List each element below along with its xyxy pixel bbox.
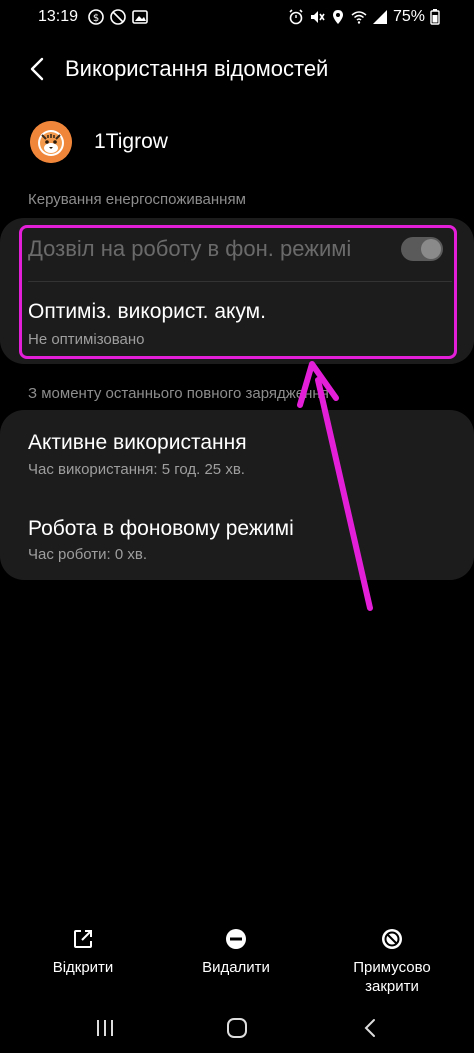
active-usage-item[interactable]: Активне використання (28, 431, 247, 455)
force-stop-label: Примусово закрити (353, 958, 430, 996)
battery-icon (430, 9, 440, 25)
blocked-notification-icon (110, 9, 126, 25)
block-icon (382, 929, 402, 949)
battery-percent: 75% (392, 8, 425, 25)
tiger-app-icon (30, 121, 72, 163)
background-activity-label: Дозвіл на роботу в фон. режимі (28, 236, 352, 261)
app-name: 1Tigrow (94, 130, 168, 153)
app-bar: Використання відомостей (0, 48, 474, 92)
delete-button[interactable]: Видалити (196, 928, 276, 977)
notification-icons: $ (88, 9, 148, 25)
battery-optimization-item[interactable]: Оптиміз. використ. акум. (28, 300, 266, 324)
back-button[interactable] (22, 54, 52, 84)
open-external-icon (74, 930, 92, 948)
status-bar: 13:19 $ 75% (0, 0, 474, 36)
chevron-left-icon (30, 57, 44, 81)
battery-optimization-value: Не оптимізовано (28, 331, 145, 348)
force-stop-label-line1: Примусово (353, 959, 431, 976)
navigation-bar (0, 1010, 474, 1046)
home-button[interactable] (217, 1016, 257, 1040)
open-button[interactable]: Відкрити (48, 928, 118, 977)
divider (28, 281, 452, 282)
mute-icon (310, 11, 325, 23)
toggle-knob (421, 239, 441, 259)
wifi-icon (351, 11, 367, 24)
back-nav-icon (364, 1019, 375, 1037)
force-stop-label-line2: закрити (365, 978, 419, 995)
active-usage-value: Час використання: 5 год. 25 хв. (28, 461, 245, 478)
usage-section-title: З моменту останнього повного зарядження (28, 385, 329, 402)
power-section-title: Керування енергоспоживанням (28, 191, 246, 208)
image-notification-icon (132, 10, 148, 24)
open-button-label: Відкрити (52, 959, 114, 976)
dollar-notification-icon: $ (88, 9, 104, 25)
signal-icon (372, 10, 387, 24)
bottom-action-bar: Відкрити Видалити Примусово закрити (0, 928, 474, 998)
remove-circle-icon (226, 929, 246, 949)
delete-button-label: Видалити (202, 959, 270, 976)
recent-apps-icon (97, 1020, 113, 1036)
page-title: Використання відомостей (65, 56, 329, 81)
force-stop-button[interactable]: Примусово закрити (342, 928, 442, 996)
home-icon (227, 1018, 247, 1038)
background-usage-value: Час роботи: 0 хв. (28, 546, 148, 563)
app-info-row: 1Tigrow (30, 120, 168, 164)
background-activity-toggle[interactable] (401, 237, 443, 261)
status-time: 13:19 (38, 8, 79, 25)
location-icon (332, 10, 343, 24)
alarm-icon (289, 9, 303, 25)
system-status-icons: 75% (288, 8, 440, 26)
svg-text:$: $ (93, 13, 99, 24)
back-nav-button[interactable] (350, 1016, 390, 1040)
recent-apps-button[interactable] (85, 1016, 125, 1040)
background-usage-item[interactable]: Робота в фоновому режимі (28, 517, 294, 541)
